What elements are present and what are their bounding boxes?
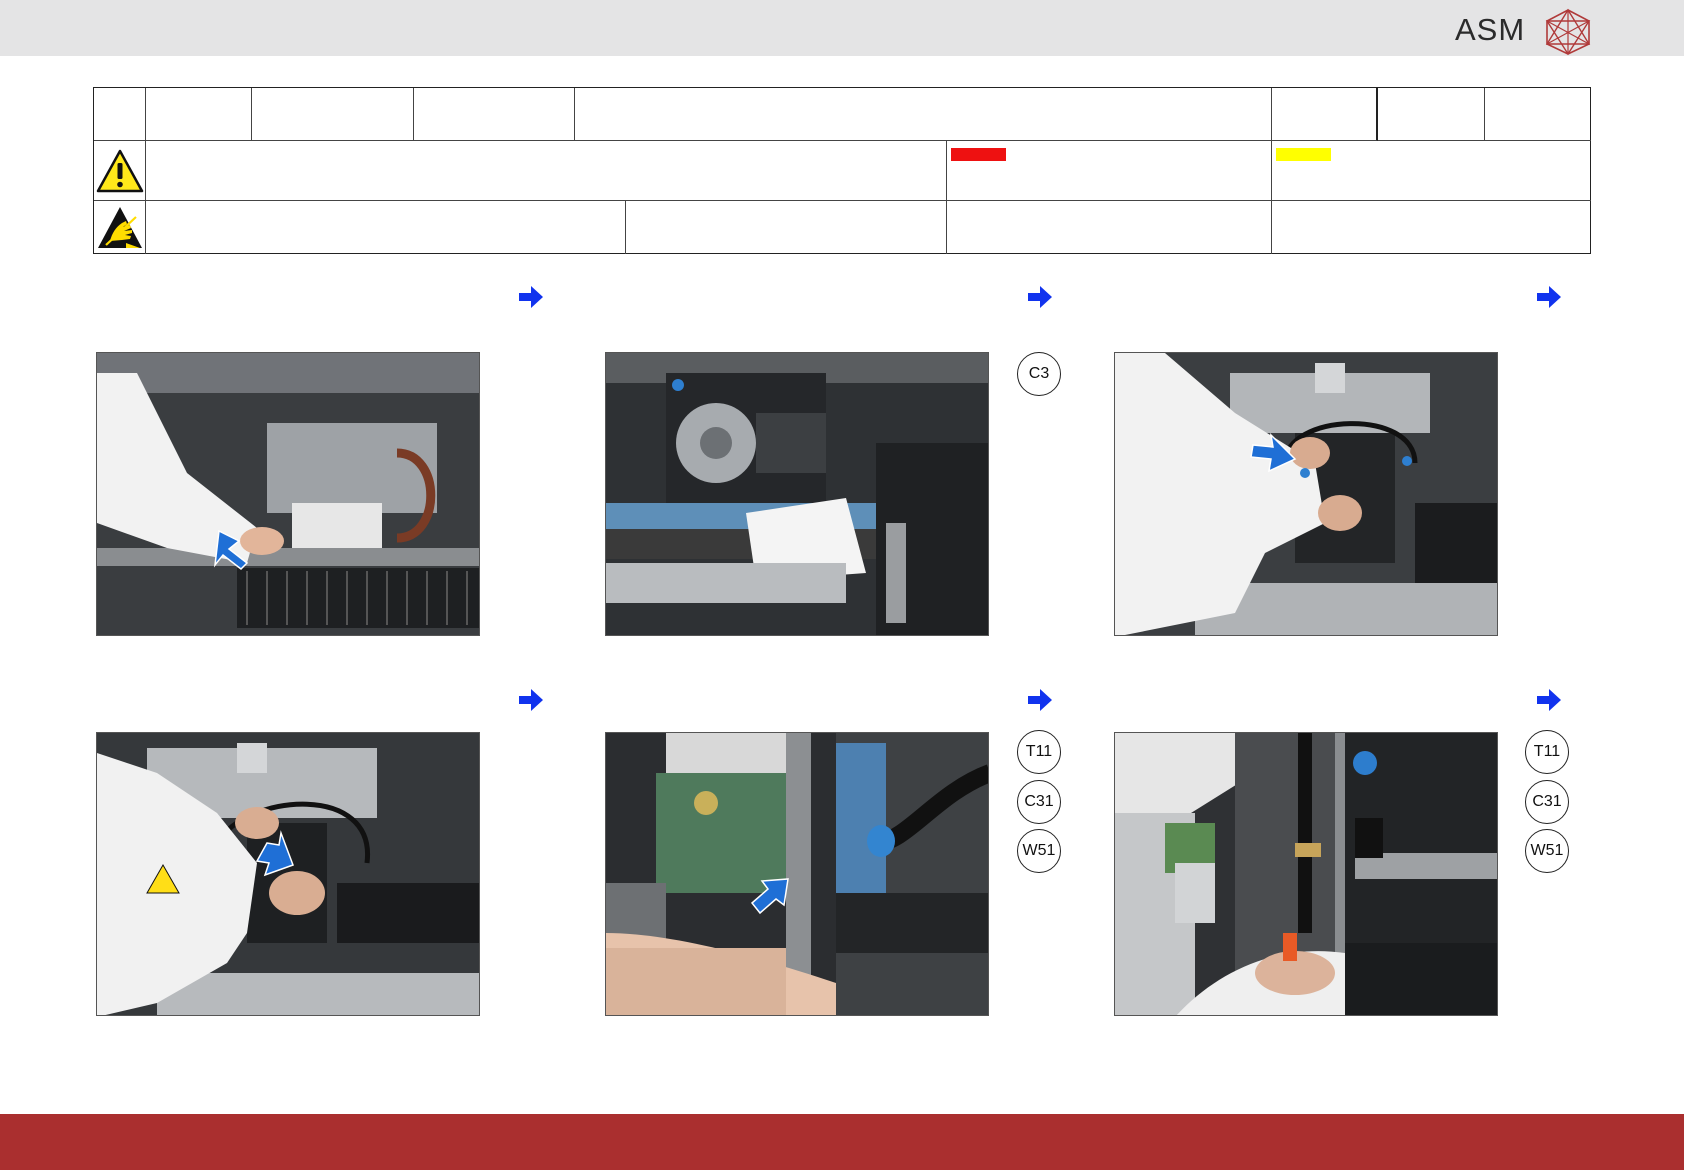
step-5-photo xyxy=(605,732,989,1016)
header-cell xyxy=(146,88,252,141)
component-badge: W51 xyxy=(1017,829,1061,873)
esd-cell-2 xyxy=(626,201,947,254)
next-arrow-icon xyxy=(519,689,543,711)
step-4-photo xyxy=(96,732,480,1016)
header-cell xyxy=(414,88,575,141)
document-header-table xyxy=(93,87,1591,254)
component-badge: W51 xyxy=(1525,829,1569,873)
esd-text-cell xyxy=(146,201,626,254)
esd-cell-4 xyxy=(1272,201,1591,254)
next-arrow-icon xyxy=(1537,286,1561,308)
header-cell xyxy=(1485,88,1591,141)
step-2-photo xyxy=(605,352,989,636)
step-1-photo xyxy=(96,352,480,636)
danger-level-cell xyxy=(947,141,1272,201)
step-6-photo xyxy=(1114,732,1498,1016)
component-badge: T11 xyxy=(1525,730,1569,774)
component-badge: T11 xyxy=(1017,730,1061,774)
next-arrow-icon xyxy=(1028,286,1052,308)
header-cell xyxy=(252,88,414,141)
esd-cell-3 xyxy=(947,201,1272,254)
warning-cell xyxy=(94,141,146,201)
footer-bar xyxy=(0,1114,1684,1170)
component-badge: C3 xyxy=(1017,352,1061,396)
step-3-photo xyxy=(1114,352,1498,636)
esd-cell xyxy=(94,201,146,254)
next-arrow-icon xyxy=(519,286,543,308)
header-cell xyxy=(575,88,1272,141)
brand-name: ASM xyxy=(1455,12,1526,47)
asm-logo: ASM xyxy=(1455,8,1595,56)
caution-level-cell xyxy=(1272,141,1591,201)
caution-color-swatch xyxy=(1276,148,1331,161)
danger-color-swatch xyxy=(951,148,1006,161)
next-arrow-icon xyxy=(1537,689,1561,711)
asm-logo-mark-icon xyxy=(1545,8,1591,56)
next-arrow-icon xyxy=(1028,689,1052,711)
header-cell xyxy=(1378,88,1485,141)
component-badge: C31 xyxy=(1525,780,1569,824)
header-cell xyxy=(1272,88,1378,141)
top-header-bar: ASM xyxy=(0,0,1684,56)
component-badge: C31 xyxy=(1017,780,1061,824)
warning-triangle-icon xyxy=(96,149,144,193)
esd-hand-icon xyxy=(98,207,142,248)
warning-text-cell xyxy=(146,141,947,201)
header-cell xyxy=(94,88,146,141)
